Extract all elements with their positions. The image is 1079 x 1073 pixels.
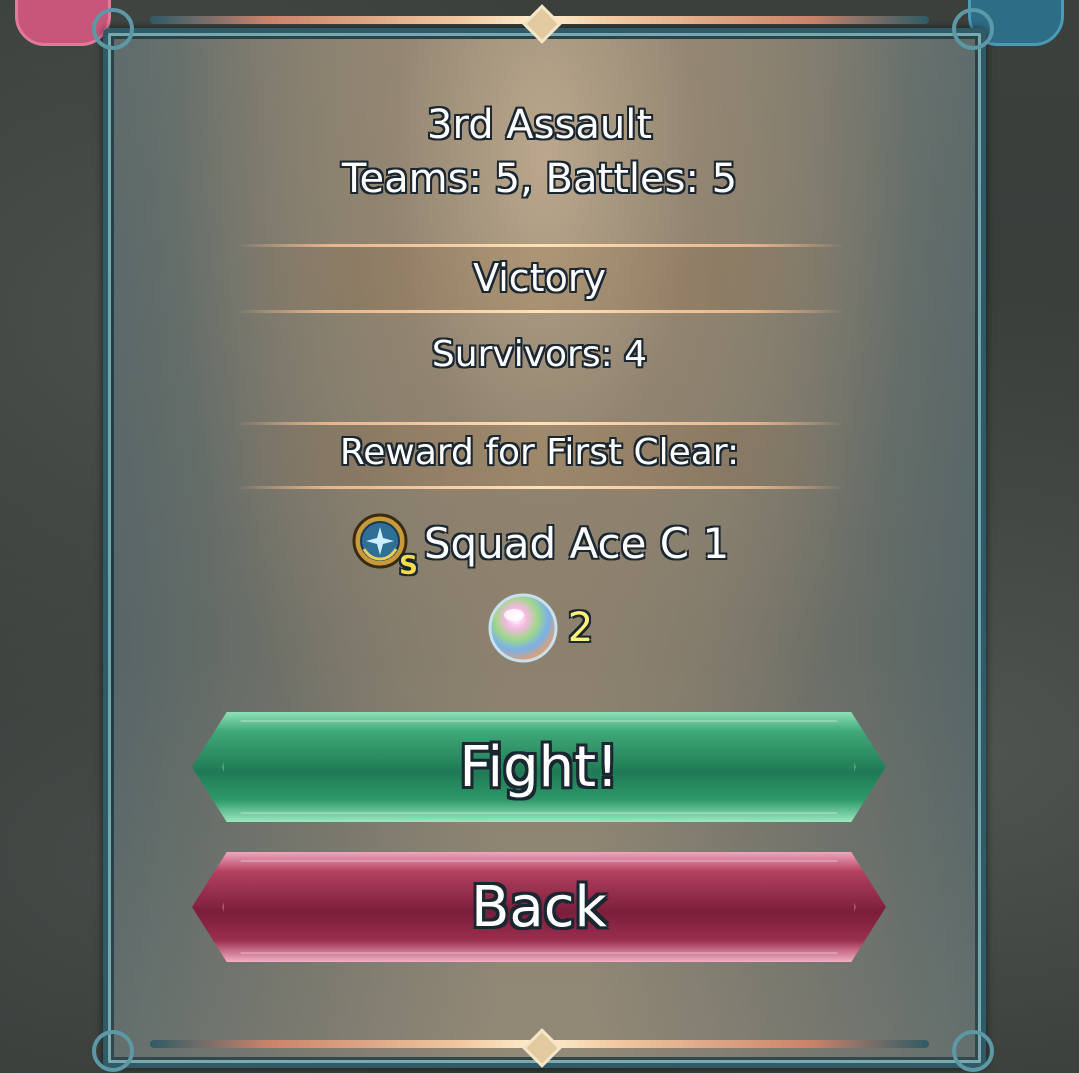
back-button-label: Back xyxy=(471,874,607,940)
orb-icon xyxy=(486,591,560,665)
sacred-seal-icon: S xyxy=(350,511,418,581)
fight-button[interactable]: Fight! xyxy=(192,712,886,822)
divider-2 xyxy=(235,310,845,313)
stage-title: 3rd Assault xyxy=(427,102,652,148)
result-text: Victory xyxy=(473,256,606,300)
survivors-text: Survivors: 4 xyxy=(431,334,648,375)
reward-row-orb: 2 xyxy=(103,590,976,666)
corner-knot-top-left xyxy=(92,8,134,50)
seal-badge-letter: S xyxy=(399,551,418,581)
corner-knot-bottom-left xyxy=(92,1030,134,1072)
divider-3 xyxy=(235,422,845,425)
reward-name: Squad Ace C 1 xyxy=(423,518,730,568)
corner-knot-bottom-right xyxy=(952,1030,994,1072)
back-button[interactable]: Back xyxy=(192,852,886,962)
divider-1 xyxy=(235,244,845,247)
teams-battles-text: Teams: 5, Battles: 5 xyxy=(341,156,738,202)
corner-knot-top-right xyxy=(952,8,994,50)
orb-quantity: 2 xyxy=(567,605,594,651)
divider-4 xyxy=(235,486,845,489)
reward-header: Reward for First Clear: xyxy=(339,432,740,473)
reward-row-seal: S Squad Ace C 1 xyxy=(103,508,976,581)
fight-button-label: Fight! xyxy=(459,734,619,800)
